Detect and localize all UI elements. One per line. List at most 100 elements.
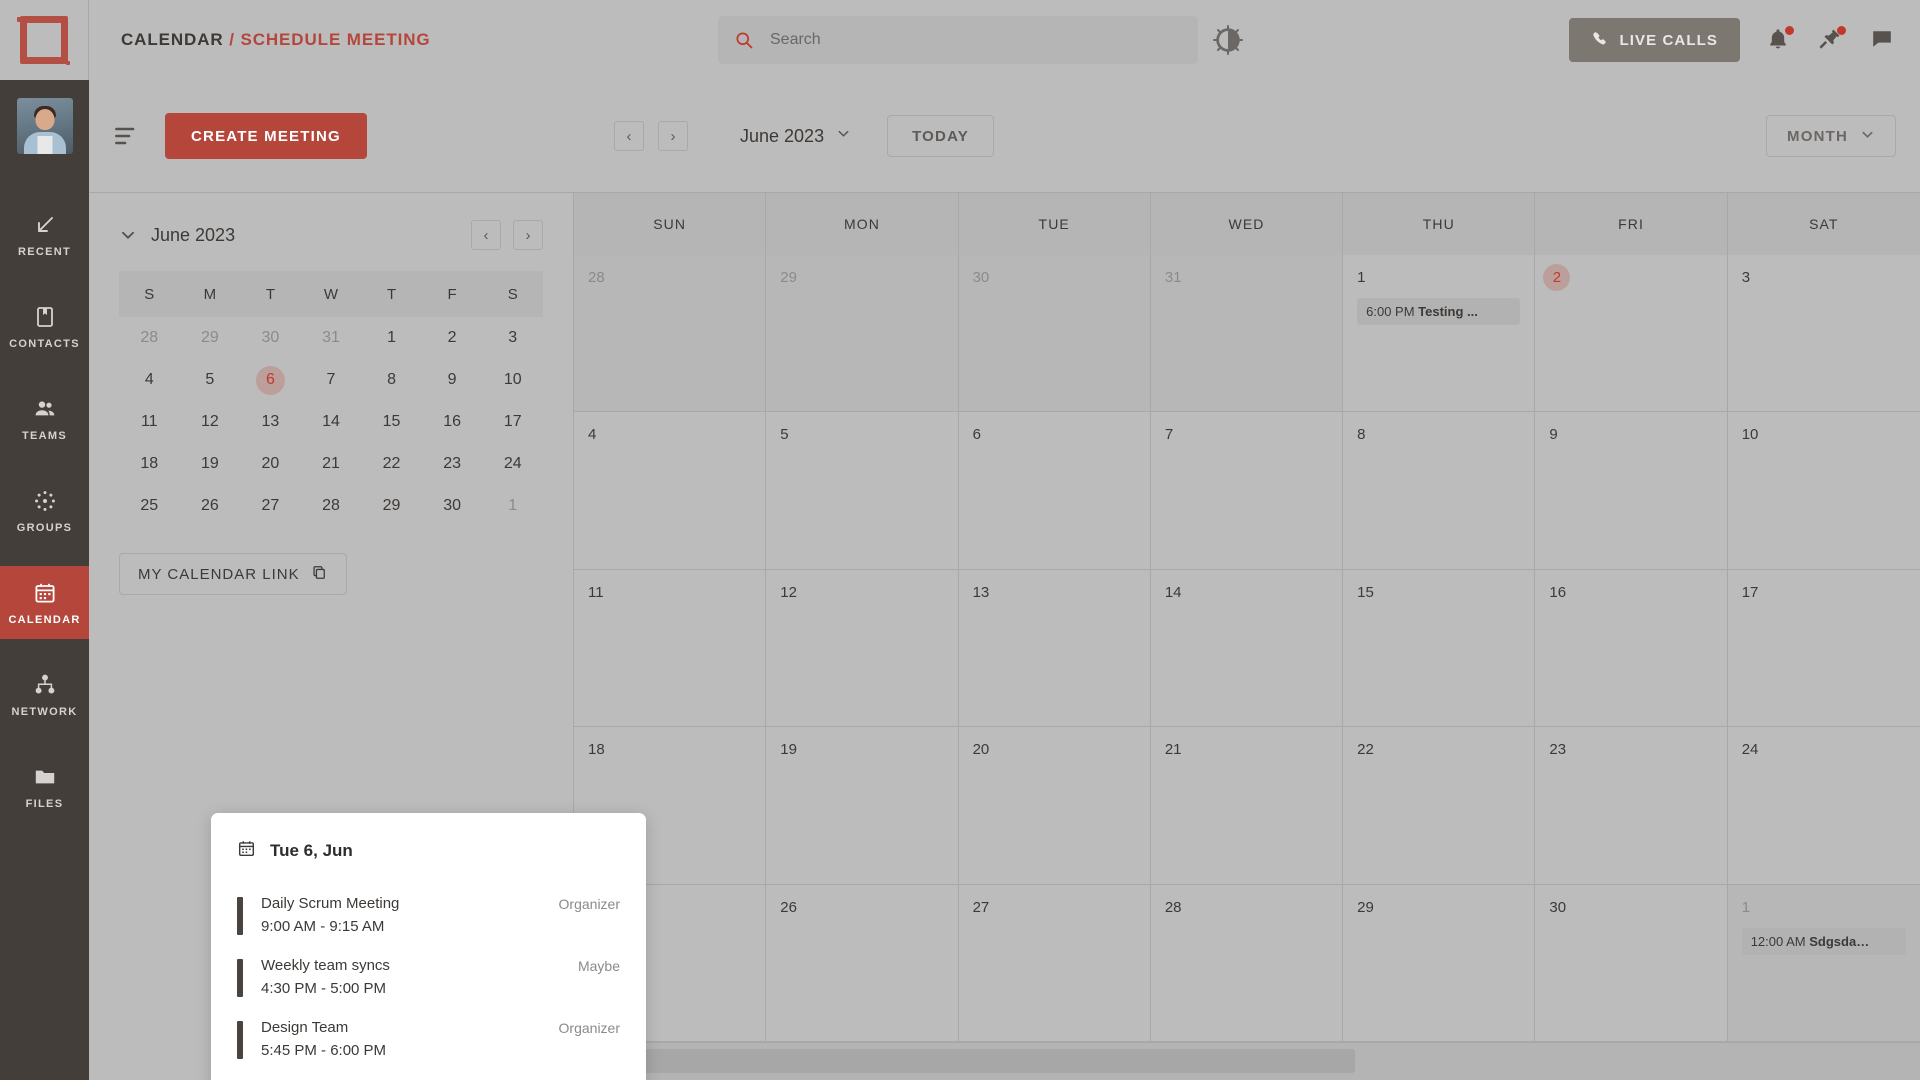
bell-icon[interactable]: [1766, 26, 1794, 53]
mini-day-cell[interactable]: 12: [180, 401, 241, 443]
mini-day-cell[interactable]: 18: [119, 443, 180, 485]
mini-day-cell[interactable]: 1: [361, 317, 422, 359]
my-calendar-link-button[interactable]: MY CALENDAR LINK: [119, 553, 347, 595]
hamburger-menu-icon[interactable]: [115, 126, 141, 146]
month-day-cell[interactable]: 9: [1535, 412, 1728, 569]
mini-day-cell[interactable]: 6: [240, 359, 301, 401]
month-day-cell[interactable]: 28: [1151, 884, 1344, 1041]
month-day-cell[interactable]: 10: [1728, 412, 1920, 568]
live-calls-button[interactable]: LIVE CALLS: [1569, 18, 1740, 62]
event-chip[interactable]: 12:00 AM Sdgsda…: [1741, 927, 1906, 955]
today-button[interactable]: TODAY: [887, 115, 994, 157]
month-day-cell[interactable]: 4: [574, 412, 767, 569]
mini-day-cell[interactable]: 10: [482, 359, 543, 401]
scrollbar-thumb[interactable]: [574, 1049, 1355, 1073]
app-logo[interactable]: [0, 0, 89, 80]
search-bar[interactable]: [718, 16, 1198, 64]
month-day-cell[interactable]: 2: [1535, 255, 1728, 412]
mini-day-cell[interactable]: 4: [119, 359, 180, 401]
mini-day-cell[interactable]: 29: [361, 485, 422, 527]
month-day-cell[interactable]: 11: [574, 569, 767, 727]
mini-day-cell[interactable]: 30: [422, 485, 483, 527]
mini-day-cell[interactable]: 28: [119, 317, 180, 359]
mini-day-cell[interactable]: 8: [361, 359, 422, 401]
month-day-cell[interactable]: 28: [574, 255, 767, 412]
month-day-cell[interactable]: 6: [959, 412, 1151, 569]
mini-previous-month-button[interactable]: ‹: [471, 220, 501, 250]
user-avatar[interactable]: [16, 98, 73, 154]
month-day-cell[interactable]: 1 12:00 AM Sdgsda…: [1727, 884, 1920, 1041]
month-day-cell[interactable]: 14: [1151, 569, 1344, 727]
month-day-cell[interactable]: 19: [766, 727, 959, 884]
sidebar-item-contacts[interactable]: CONTACTS: [0, 290, 89, 363]
view-mode-dropdown[interactable]: MONTH: [1766, 115, 1896, 157]
month-day-cell[interactable]: 13: [959, 569, 1151, 727]
popup-event-row[interactable]: Daily Scrum Meeting 9:00 AM - 9:15 AM Orga…: [237, 885, 620, 947]
month-day-cell[interactable]: 29: [766, 255, 959, 412]
mini-day-cell[interactable]: 26: [180, 485, 241, 527]
mini-day-cell[interactable]: 19: [180, 443, 241, 485]
mini-day-cell[interactable]: 16: [422, 401, 483, 443]
breadcrumb-root[interactable]: CALENDAR: [121, 30, 224, 49]
month-day-cell[interactable]: 12: [766, 569, 959, 727]
mini-day-cell[interactable]: 15: [361, 401, 422, 443]
mini-day-cell[interactable]: 3: [482, 317, 543, 359]
pin-icon[interactable]: [1818, 26, 1846, 53]
month-day-cell[interactable]: 23: [1535, 727, 1728, 884]
month-day-cell[interactable]: 30: [1535, 884, 1728, 1041]
mini-next-month-button[interactable]: ›: [513, 220, 543, 250]
month-day-cell[interactable]: 5: [766, 412, 959, 569]
month-day-cell[interactable]: 8: [1343, 412, 1536, 569]
horizontal-scrollbar[interactable]: [574, 1042, 1920, 1080]
month-day-cell[interactable]: 16: [1535, 569, 1728, 727]
mini-day-cell[interactable]: 24: [482, 443, 543, 485]
sidebar-item-network[interactable]: NETWORK: [0, 658, 89, 731]
mini-day-cell[interactable]: 1: [482, 485, 543, 527]
create-meeting-button[interactable]: CREATE MEETING: [165, 113, 367, 159]
brightness-contrast-icon[interactable]: [1213, 25, 1244, 56]
month-day-cell[interactable]: 17: [1728, 570, 1920, 726]
month-day-cell[interactable]: 22: [1343, 727, 1536, 884]
mini-day-cell[interactable]: 29: [180, 317, 241, 359]
month-day-cell[interactable]: 27: [959, 884, 1151, 1041]
month-day-cell[interactable]: 30: [958, 255, 1151, 412]
mini-day-cell[interactable]: 30: [240, 317, 301, 359]
month-day-cell[interactable]: 26: [766, 884, 959, 1041]
search-input[interactable]: [770, 31, 1182, 49]
mini-day-cell[interactable]: 21: [301, 443, 362, 485]
month-day-cell[interactable]: 21: [1151, 727, 1344, 884]
month-day-cell[interactable]: 1 6:00 PM Testing ...: [1343, 255, 1536, 412]
mini-day-cell[interactable]: 5: [180, 359, 241, 401]
mini-day-cell[interactable]: 27: [240, 485, 301, 527]
sidebar-item-calendar[interactable]: CALENDAR: [0, 566, 89, 639]
period-dropdown[interactable]: June 2023: [740, 126, 851, 147]
chat-bubble-icon[interactable]: [1870, 27, 1896, 53]
month-day-cell[interactable]: 29: [1343, 884, 1536, 1041]
mini-day-cell[interactable]: 25: [119, 485, 180, 527]
mini-day-cell[interactable]: 31: [301, 317, 362, 359]
mini-day-cell[interactable]: 9: [422, 359, 483, 401]
mini-day-cell[interactable]: 11: [119, 401, 180, 443]
month-day-cell[interactable]: 7: [1151, 412, 1344, 569]
popup-event-row[interactable]: Design Team 5:45 PM - 6:00 PM Organizer: [237, 1009, 620, 1071]
mini-day-cell[interactable]: 23: [422, 443, 483, 485]
mini-day-cell[interactable]: 2: [422, 317, 483, 359]
mini-day-cell[interactable]: 20: [240, 443, 301, 485]
popup-event-row[interactable]: Weekly team syncs 4:30 PM - 5:00 PM Maybe: [237, 947, 620, 1009]
mini-day-cell[interactable]: 7: [301, 359, 362, 401]
sidebar-item-files[interactable]: FILES: [0, 750, 89, 823]
month-day-cell[interactable]: 20: [959, 727, 1151, 884]
popup-event-row[interactable]: Manager one-on-ones9:00 PM - 9:15 PMOrga…: [237, 1071, 620, 1080]
month-day-cell[interactable]: 31: [1150, 255, 1344, 412]
mini-day-cell[interactable]: 22: [361, 443, 422, 485]
sidebar-item-teams[interactable]: TEAMS: [0, 382, 89, 455]
mini-day-cell[interactable]: 17: [482, 401, 543, 443]
next-period-button[interactable]: ›: [658, 121, 688, 151]
previous-period-button[interactable]: ‹: [614, 121, 644, 151]
chevron-down-icon[interactable]: [119, 226, 137, 244]
mini-day-cell[interactable]: 13: [240, 401, 301, 443]
mini-day-cell[interactable]: 14: [301, 401, 362, 443]
mini-day-cell[interactable]: 28: [301, 485, 362, 527]
month-day-cell[interactable]: 24: [1728, 727, 1920, 883]
month-day-cell[interactable]: 3: [1728, 255, 1920, 411]
